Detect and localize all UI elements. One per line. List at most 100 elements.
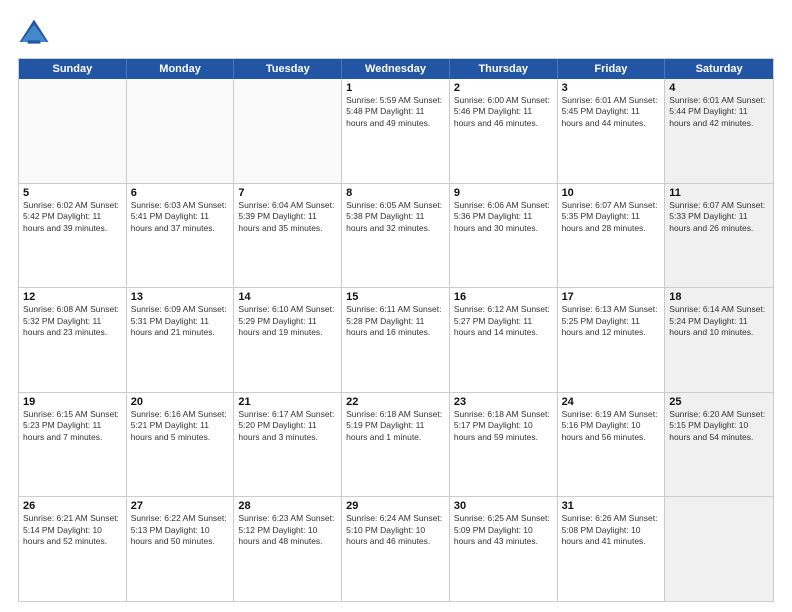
day-info: Sunrise: 6:02 AM Sunset: 5:42 PM Dayligh… [23,200,122,234]
day-number: 17 [562,291,661,303]
day-info: Sunrise: 6:14 AM Sunset: 5:24 PM Dayligh… [669,304,769,338]
day-cell: 21Sunrise: 6:17 AM Sunset: 5:20 PM Dayli… [234,393,342,497]
day-info: Sunrise: 6:17 AM Sunset: 5:20 PM Dayligh… [238,409,337,443]
day-number: 7 [238,187,337,199]
week-row: 26Sunrise: 6:21 AM Sunset: 5:14 PM Dayli… [19,496,773,601]
day-info: Sunrise: 6:08 AM Sunset: 5:32 PM Dayligh… [23,304,122,338]
day-number: 26 [23,500,122,512]
day-cell: 30Sunrise: 6:25 AM Sunset: 5:09 PM Dayli… [450,497,558,601]
day-cell [127,79,235,183]
day-cell: 5Sunrise: 6:02 AM Sunset: 5:42 PM Daylig… [19,184,127,288]
day-info: Sunrise: 6:01 AM Sunset: 5:45 PM Dayligh… [562,95,661,129]
day-info: Sunrise: 6:01 AM Sunset: 5:44 PM Dayligh… [669,95,769,129]
day-cell: 2Sunrise: 6:00 AM Sunset: 5:46 PM Daylig… [450,79,558,183]
day-cell: 12Sunrise: 6:08 AM Sunset: 5:32 PM Dayli… [19,288,127,392]
day-info: Sunrise: 6:18 AM Sunset: 5:17 PM Dayligh… [454,409,553,443]
day-cell: 26Sunrise: 6:21 AM Sunset: 5:14 PM Dayli… [19,497,127,601]
day-number: 31 [562,500,661,512]
day-info: Sunrise: 6:22 AM Sunset: 5:13 PM Dayligh… [131,513,230,547]
day-number: 15 [346,291,445,303]
day-cell: 4Sunrise: 6:01 AM Sunset: 5:44 PM Daylig… [665,79,773,183]
day-cell: 16Sunrise: 6:12 AM Sunset: 5:27 PM Dayli… [450,288,558,392]
day-number: 27 [131,500,230,512]
day-cell: 11Sunrise: 6:07 AM Sunset: 5:33 PM Dayli… [665,184,773,288]
day-header: Monday [127,59,235,79]
day-cell: 7Sunrise: 6:04 AM Sunset: 5:39 PM Daylig… [234,184,342,288]
day-number: 23 [454,396,553,408]
day-header: Friday [558,59,666,79]
day-number: 5 [23,187,122,199]
day-info: Sunrise: 6:16 AM Sunset: 5:21 PM Dayligh… [131,409,230,443]
logo [18,18,54,50]
week-row: 5Sunrise: 6:02 AM Sunset: 5:42 PM Daylig… [19,183,773,288]
day-number: 30 [454,500,553,512]
day-number: 10 [562,187,661,199]
day-cell: 18Sunrise: 6:14 AM Sunset: 5:24 PM Dayli… [665,288,773,392]
day-info: Sunrise: 6:04 AM Sunset: 5:39 PM Dayligh… [238,200,337,234]
day-cell: 25Sunrise: 6:20 AM Sunset: 5:15 PM Dayli… [665,393,773,497]
day-cell: 15Sunrise: 6:11 AM Sunset: 5:28 PM Dayli… [342,288,450,392]
day-info: Sunrise: 6:13 AM Sunset: 5:25 PM Dayligh… [562,304,661,338]
day-cell: 29Sunrise: 6:24 AM Sunset: 5:10 PM Dayli… [342,497,450,601]
day-info: Sunrise: 6:11 AM Sunset: 5:28 PM Dayligh… [346,304,445,338]
logo-icon [18,18,50,50]
day-number: 14 [238,291,337,303]
day-number: 1 [346,82,445,94]
day-info: Sunrise: 5:59 AM Sunset: 5:48 PM Dayligh… [346,95,445,129]
day-cell [665,497,773,601]
day-number: 28 [238,500,337,512]
header [18,18,774,50]
week-row: 1Sunrise: 5:59 AM Sunset: 5:48 PM Daylig… [19,79,773,183]
day-number: 24 [562,396,661,408]
day-number: 29 [346,500,445,512]
day-header: Wednesday [342,59,450,79]
day-info: Sunrise: 6:24 AM Sunset: 5:10 PM Dayligh… [346,513,445,547]
day-info: Sunrise: 6:21 AM Sunset: 5:14 PM Dayligh… [23,513,122,547]
day-cell: 28Sunrise: 6:23 AM Sunset: 5:12 PM Dayli… [234,497,342,601]
day-info: Sunrise: 6:15 AM Sunset: 5:23 PM Dayligh… [23,409,122,443]
day-info: Sunrise: 6:25 AM Sunset: 5:09 PM Dayligh… [454,513,553,547]
day-info: Sunrise: 6:20 AM Sunset: 5:15 PM Dayligh… [669,409,769,443]
day-number: 6 [131,187,230,199]
day-cell: 22Sunrise: 6:18 AM Sunset: 5:19 PM Dayli… [342,393,450,497]
day-cell: 19Sunrise: 6:15 AM Sunset: 5:23 PM Dayli… [19,393,127,497]
day-number: 20 [131,396,230,408]
day-number: 2 [454,82,553,94]
day-info: Sunrise: 6:05 AM Sunset: 5:38 PM Dayligh… [346,200,445,234]
day-cell: 3Sunrise: 6:01 AM Sunset: 5:45 PM Daylig… [558,79,666,183]
day-number: 21 [238,396,337,408]
week-row: 19Sunrise: 6:15 AM Sunset: 5:23 PM Dayli… [19,392,773,497]
day-header: Tuesday [234,59,342,79]
day-number: 19 [23,396,122,408]
day-info: Sunrise: 6:18 AM Sunset: 5:19 PM Dayligh… [346,409,445,443]
day-number: 22 [346,396,445,408]
day-cell: 24Sunrise: 6:19 AM Sunset: 5:16 PM Dayli… [558,393,666,497]
day-number: 4 [669,82,769,94]
day-info: Sunrise: 6:09 AM Sunset: 5:31 PM Dayligh… [131,304,230,338]
day-cell: 27Sunrise: 6:22 AM Sunset: 5:13 PM Dayli… [127,497,235,601]
day-cell: 6Sunrise: 6:03 AM Sunset: 5:41 PM Daylig… [127,184,235,288]
day-cell: 9Sunrise: 6:06 AM Sunset: 5:36 PM Daylig… [450,184,558,288]
day-info: Sunrise: 6:06 AM Sunset: 5:36 PM Dayligh… [454,200,553,234]
day-number: 25 [669,396,769,408]
day-cell: 1Sunrise: 5:59 AM Sunset: 5:48 PM Daylig… [342,79,450,183]
day-cell: 13Sunrise: 6:09 AM Sunset: 5:31 PM Dayli… [127,288,235,392]
day-number: 8 [346,187,445,199]
day-cell: 20Sunrise: 6:16 AM Sunset: 5:21 PM Dayli… [127,393,235,497]
week-row: 12Sunrise: 6:08 AM Sunset: 5:32 PM Dayli… [19,287,773,392]
day-header: Sunday [19,59,127,79]
day-cell: 31Sunrise: 6:26 AM Sunset: 5:08 PM Dayli… [558,497,666,601]
day-cell: 14Sunrise: 6:10 AM Sunset: 5:29 PM Dayli… [234,288,342,392]
day-number: 18 [669,291,769,303]
day-number: 3 [562,82,661,94]
weeks: 1Sunrise: 5:59 AM Sunset: 5:48 PM Daylig… [19,79,773,601]
day-number: 13 [131,291,230,303]
day-info: Sunrise: 6:12 AM Sunset: 5:27 PM Dayligh… [454,304,553,338]
day-header: Thursday [450,59,558,79]
day-info: Sunrise: 6:07 AM Sunset: 5:35 PM Dayligh… [562,200,661,234]
day-cell: 23Sunrise: 6:18 AM Sunset: 5:17 PM Dayli… [450,393,558,497]
day-headers: SundayMondayTuesdayWednesdayThursdayFrid… [19,59,773,79]
page: SundayMondayTuesdayWednesdayThursdayFrid… [0,0,792,612]
day-info: Sunrise: 6:26 AM Sunset: 5:08 PM Dayligh… [562,513,661,547]
day-cell: 17Sunrise: 6:13 AM Sunset: 5:25 PM Dayli… [558,288,666,392]
